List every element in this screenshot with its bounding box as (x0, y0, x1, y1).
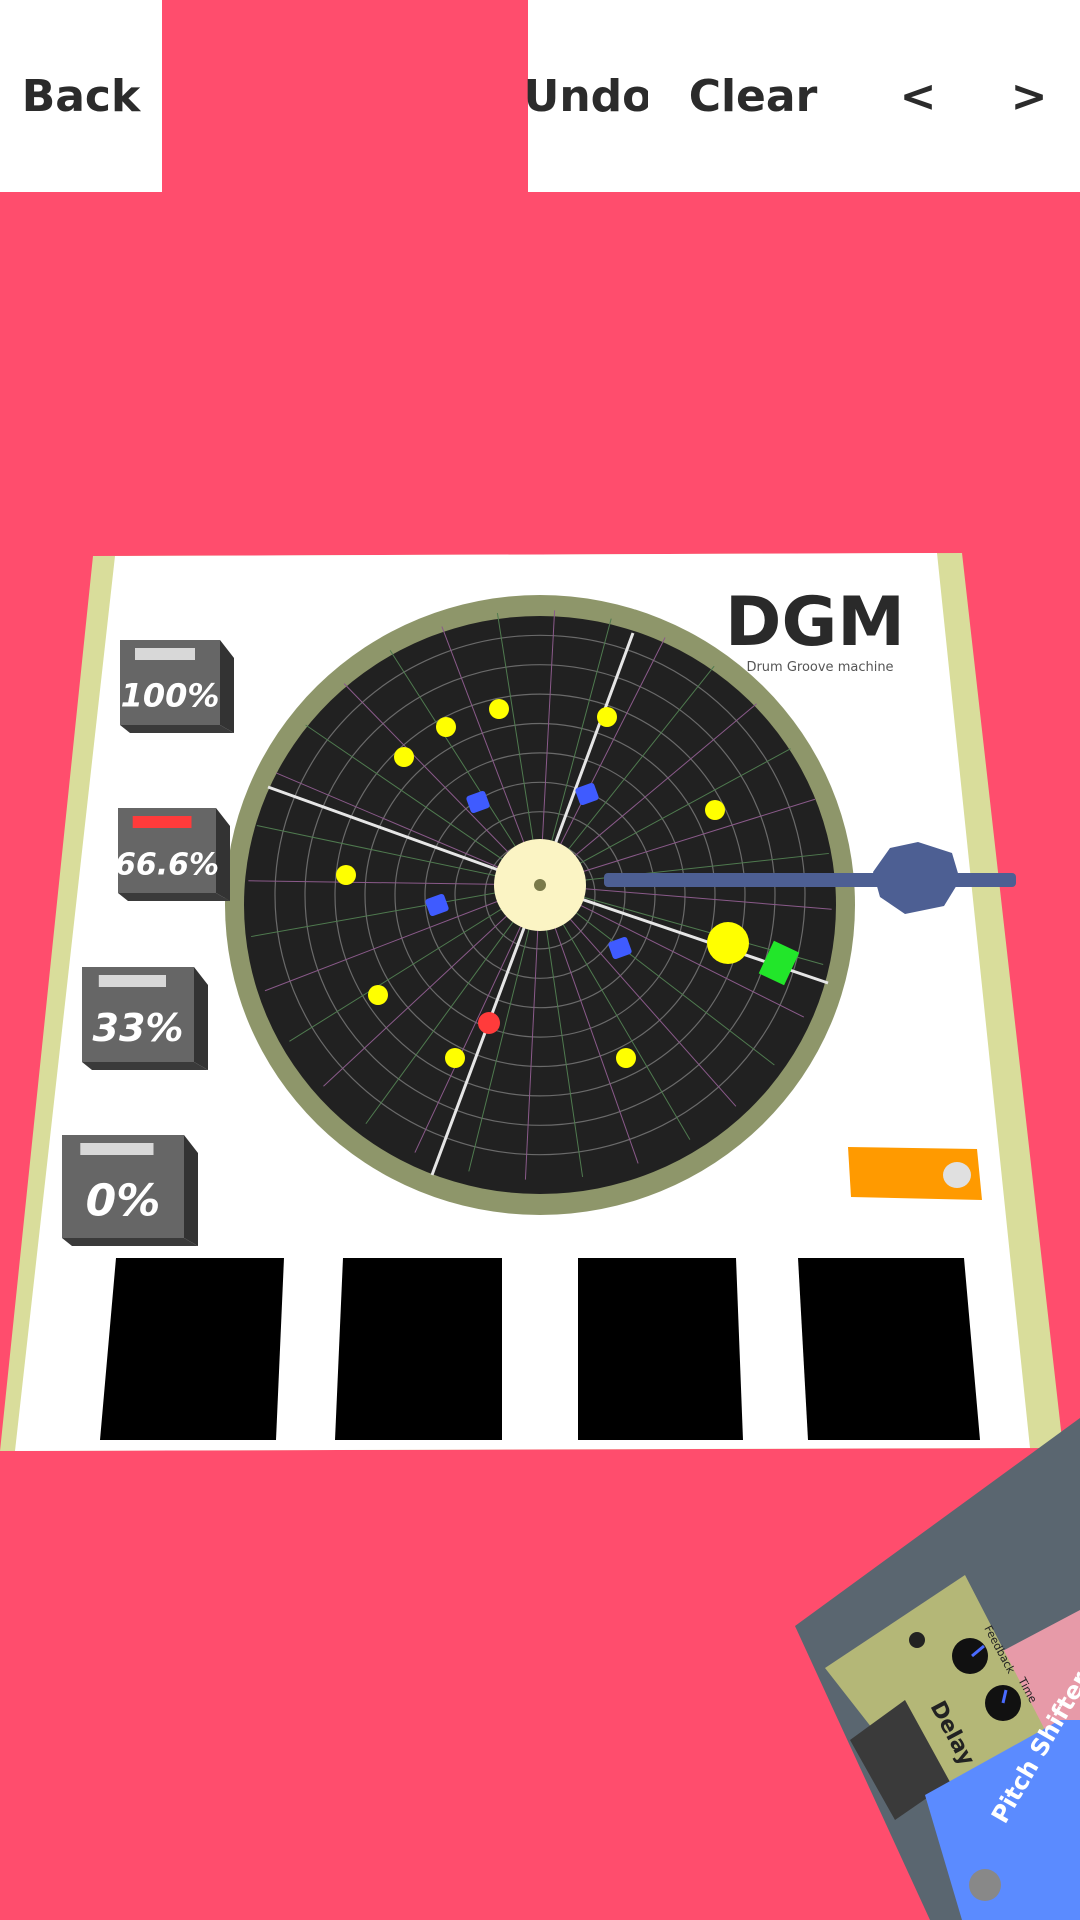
drum-pad[interactable] (100, 1258, 284, 1440)
drum-pad[interactable] (578, 1258, 743, 1440)
note-yellow[interactable] (445, 1048, 465, 1068)
volume-button[interactable]: 0% (62, 1135, 198, 1246)
turntable-spindle (534, 879, 546, 891)
volume-indicator (132, 816, 192, 828)
volume-indicator (80, 1143, 154, 1155)
toggle-knob (943, 1162, 971, 1188)
volume-button-bottom (118, 893, 230, 901)
volume-button-label: 33% (93, 1006, 184, 1050)
volume-button-label: 66.6% (115, 847, 219, 882)
machine-subtitle: Drum Groove machine (746, 660, 893, 675)
volume-indicator (135, 648, 195, 660)
machine-logo: DGM (725, 583, 905, 662)
volume-button[interactable]: 100% (120, 640, 234, 733)
note-yellow[interactable] (368, 985, 388, 1005)
scene: DGM Drum Groove machine 100% 66.6% 33% 0% D… (0, 553, 1080, 1920)
volume-button[interactable]: 33% (82, 967, 208, 1070)
drum-pad[interactable] (798, 1258, 980, 1440)
note-red[interactable] (478, 1012, 500, 1034)
note-yellow[interactable] (705, 800, 725, 820)
note-yellow[interactable] (436, 717, 456, 737)
volume-button-label: 0% (86, 1175, 161, 1226)
note-yellow[interactable] (616, 1048, 636, 1068)
volume-button-side (184, 1135, 198, 1246)
note-yellow[interactable] (336, 865, 356, 885)
note-yellow[interactable] (394, 747, 414, 767)
toggle-switch[interactable] (848, 1147, 982, 1200)
drum-pad[interactable] (335, 1258, 502, 1440)
volume-button-bottom (120, 725, 234, 733)
note-yellow[interactable] (489, 699, 509, 719)
volume-indicator (98, 975, 166, 987)
volume-button-bottom (82, 1062, 208, 1070)
note-yellow-active[interactable] (707, 922, 749, 964)
volume-button-side (194, 967, 208, 1070)
volume-button[interactable]: 66.6% (115, 808, 230, 901)
turntable[interactable] (225, 595, 855, 1215)
volume-button-bottom (62, 1238, 198, 1246)
pedal-board: Delay Feedback Time Pitch Shifter (795, 1418, 1080, 1920)
note-yellow[interactable] (597, 707, 617, 727)
volume-button-label: 100% (121, 676, 220, 714)
